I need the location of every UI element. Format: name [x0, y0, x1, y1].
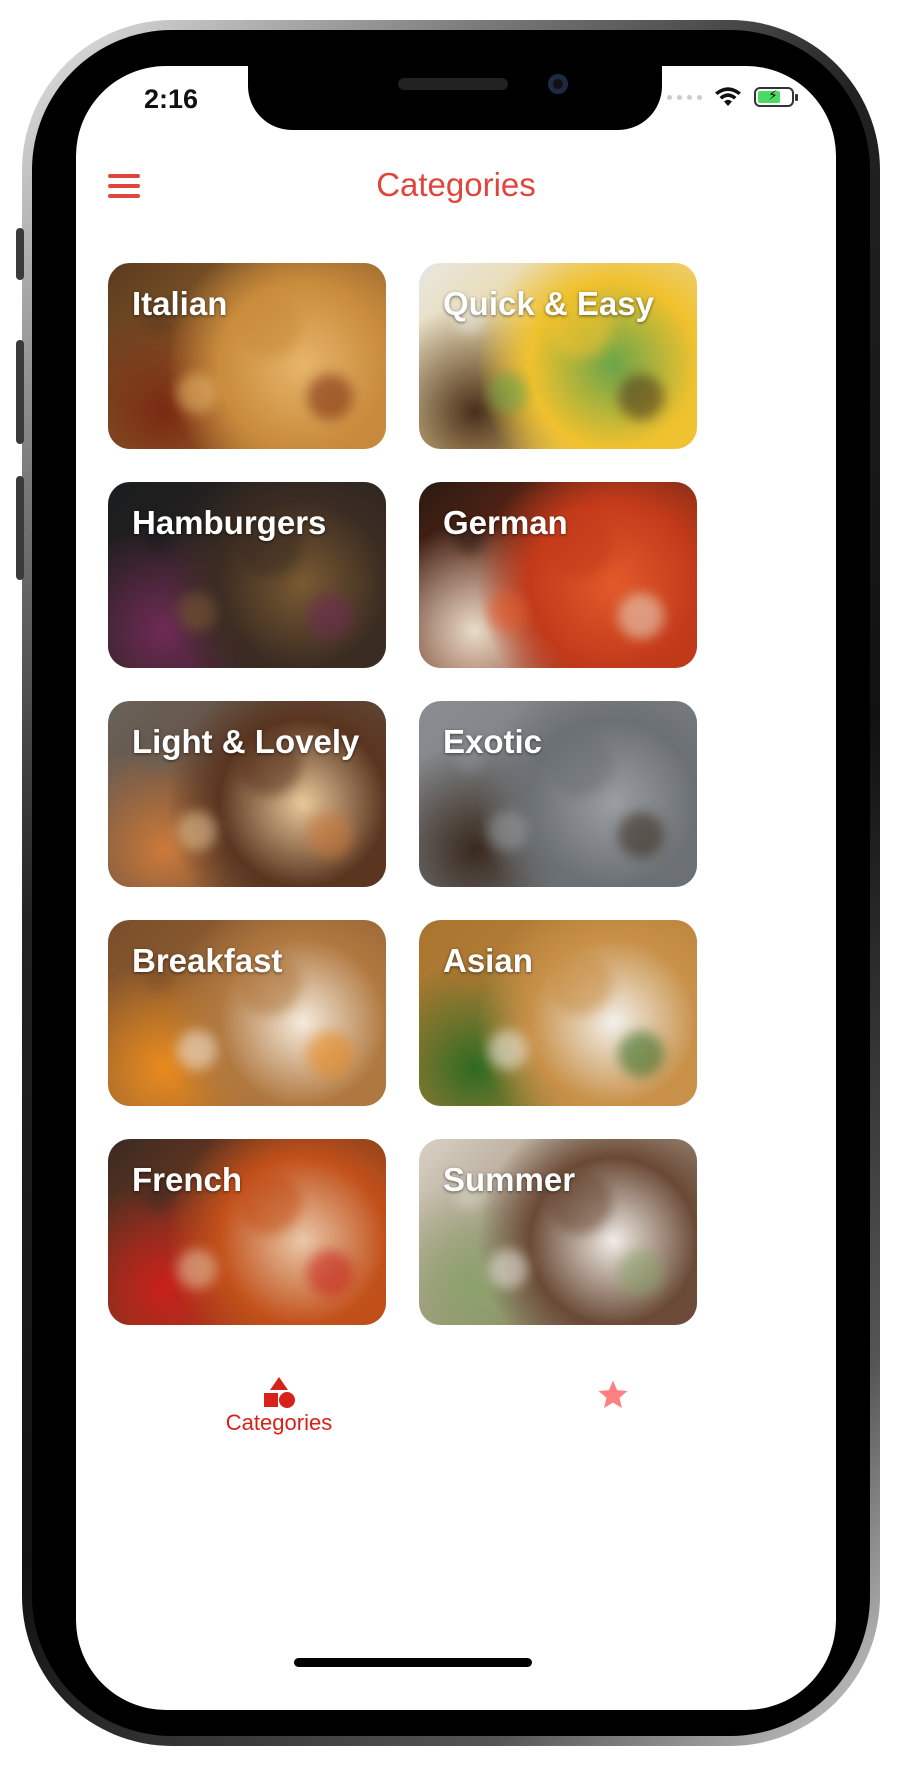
photo-detail: [307, 592, 354, 639]
photo-detail: [618, 1030, 665, 1077]
photo-detail: [618, 811, 665, 858]
photo-detail: [237, 1170, 302, 1235]
photo-detail: [548, 732, 613, 797]
status-icons: ⚡: [667, 86, 798, 108]
category-tile-exotic[interactable]: Exotic: [419, 701, 697, 887]
photo-detail: [176, 592, 217, 633]
photo-detail: [487, 592, 528, 633]
category-label: Hamburgers: [132, 504, 327, 541]
photo-detail: [176, 1249, 217, 1290]
photo-detail: [307, 1249, 354, 1296]
photo-detail: [237, 294, 302, 359]
photo-detail: [307, 1030, 354, 1077]
category-tile-quick-easy[interactable]: Quick & Easy: [419, 263, 697, 449]
category-tile-french[interactable]: French: [108, 1139, 386, 1325]
category-label: Summer: [443, 1161, 576, 1198]
photo-detail: [618, 592, 665, 639]
status-time: 2:16: [144, 84, 199, 114]
category-tile-asian[interactable]: Asian: [419, 920, 697, 1106]
tab-favorites[interactable]: [586, 1378, 640, 1412]
photo-detail: [548, 951, 613, 1016]
category-tile-breakfast[interactable]: Breakfast: [108, 920, 386, 1106]
signal-dots-icon: [667, 94, 702, 100]
photo-detail: [307, 373, 354, 420]
bottom-tab-bar: Categories: [76, 1376, 836, 1496]
category-label: Quick & Easy: [443, 285, 654, 322]
wifi-icon: [715, 87, 741, 106]
volume-up-button: [16, 340, 24, 444]
tab-categories[interactable]: Categories: [204, 1376, 354, 1436]
photo-detail: [176, 1030, 217, 1071]
photo-detail: [176, 811, 217, 852]
mute-switch: [16, 228, 24, 280]
category-label: Asian: [443, 942, 533, 979]
volume-down-button: [16, 476, 24, 580]
notch: [248, 66, 662, 130]
categories-shapes-icon: [264, 1377, 295, 1408]
photo-detail: [307, 811, 354, 858]
photo-detail: [618, 1249, 665, 1296]
photo-detail: [487, 1030, 528, 1071]
photo-detail: [618, 373, 665, 420]
category-tile-german[interactable]: German: [419, 482, 697, 668]
earpiece-speaker: [398, 78, 508, 90]
star-icon: [598, 1380, 628, 1409]
app-header: Categories: [76, 156, 836, 226]
category-label: Light & Lovely: [132, 723, 360, 760]
category-tile-hamburgers[interactable]: Hamburgers: [108, 482, 386, 668]
category-label: Breakfast: [132, 942, 283, 979]
page-title: Categories: [376, 166, 536, 203]
category-label: German: [443, 504, 568, 541]
tab-categories-label: Categories: [225, 1410, 333, 1435]
front-camera: [548, 74, 568, 94]
photo-detail: [487, 373, 528, 414]
category-tile-summer[interactable]: Summer: [419, 1139, 697, 1325]
photo-detail: [487, 1249, 528, 1290]
photo-detail: [176, 373, 217, 414]
photo-detail: [487, 811, 528, 852]
category-label: Exotic: [443, 723, 543, 760]
category-label: French: [132, 1161, 243, 1198]
category-tile-light-lovely[interactable]: Light & Lovely: [108, 701, 386, 887]
battery-icon: ⚡: [754, 87, 798, 107]
home-indicator: [294, 1658, 532, 1667]
app-screen: 2:16 ⚡ Categories Italian Quick & Easy H…: [76, 66, 836, 1710]
category-tile-italian[interactable]: Italian: [108, 263, 386, 449]
category-label: Italian: [132, 285, 228, 322]
